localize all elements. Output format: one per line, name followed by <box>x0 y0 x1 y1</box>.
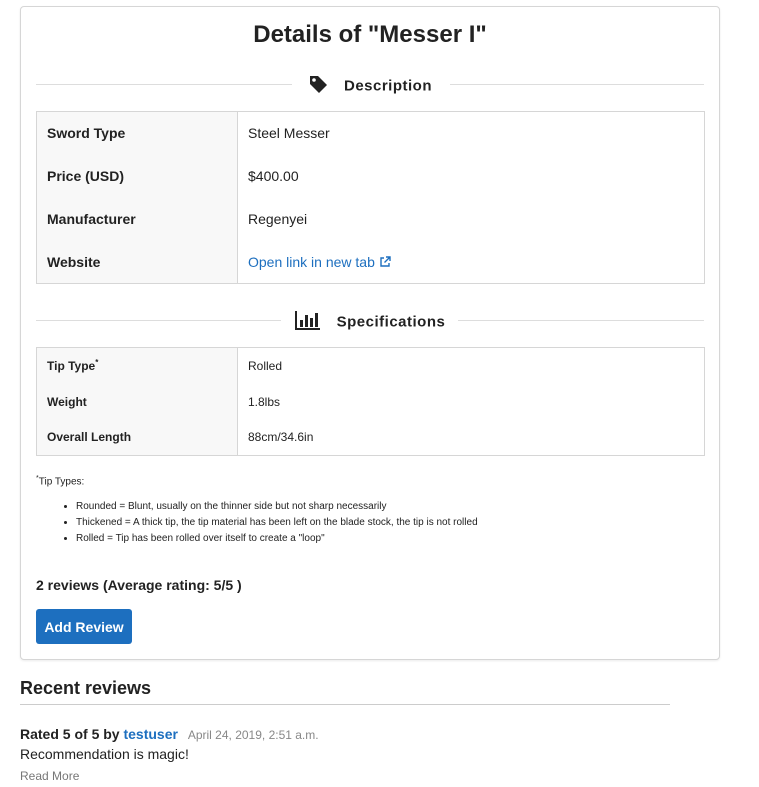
description-table: Sword Type Steel Messer Price (USD) $400… <box>36 111 705 284</box>
table-row: Overall Length 88cm/34.6in <box>36 419 705 456</box>
row-key: Weight <box>36 383 238 420</box>
row-key: Sword Type <box>36 111 238 155</box>
row-key: Price (USD) <box>36 154 238 198</box>
table-row: Manufacturer Regenyei <box>36 197 705 241</box>
row-value: 88cm/34.6in <box>248 430 314 445</box>
row-value: Steel Messer <box>248 125 330 142</box>
review-body: Recommendation is magic! <box>20 746 189 762</box>
row-key: Manufacturer <box>36 197 238 241</box>
bar-chart-icon <box>294 310 321 334</box>
review-rating: Rated 5 of 5 by <box>20 726 120 742</box>
row-value: Open link in new tab <box>238 241 705 284</box>
reviews-summary: 2 reviews (Average rating: 5/5 ) <box>36 577 242 593</box>
row-value: Regenyei <box>248 211 308 227</box>
row-value: $400.00 <box>248 168 299 184</box>
tip-types-note: *Tip Types: <box>36 475 85 488</box>
specifications-heading: Specifications <box>336 313 446 331</box>
row-key: Website <box>36 240 238 284</box>
description-heading: Description <box>343 77 432 95</box>
specifications-table: Tip Type* Rolled Weight 1.8lbs Overall L… <box>36 347 705 456</box>
row-key: Overall Length <box>36 419 238 456</box>
list-item: Rolled = Tip has been rolled over itself… <box>76 531 478 547</box>
row-value: 1.8lbs <box>248 394 281 409</box>
review-user-link[interactable]: testuser <box>123 726 177 742</box>
specifications-divider: Specifications <box>36 310 704 331</box>
table-row: Weight 1.8lbs <box>36 383 705 420</box>
tag-icon <box>308 74 328 98</box>
recent-reviews-title: Recent reviews <box>20 678 152 698</box>
table-row: Price (USD) $400.00 <box>36 154 705 198</box>
sword-details-card: Details of "Messer I" Description Sword … <box>20 6 720 660</box>
read-more-link[interactable]: Read More <box>20 769 79 783</box>
table-row: Sword Type Steel Messer <box>36 111 705 155</box>
row-key: Tip Type* <box>36 347 238 384</box>
list-item: Thickened = A thick tip, the tip materia… <box>76 515 478 531</box>
page-title: Details of "Messer I" <box>253 21 487 48</box>
external-link-icon <box>379 254 391 270</box>
divider <box>20 704 670 705</box>
add-review-button[interactable]: Add Review <box>36 609 132 644</box>
table-row: Website Open link in new tab <box>36 240 705 284</box>
list-item: Rounded = Blunt, usually on the thinner … <box>76 499 478 515</box>
website-link[interactable]: Open link in new tab <box>248 254 391 270</box>
description-divider: Description <box>36 74 704 95</box>
table-row: Tip Type* Rolled <box>36 347 705 384</box>
row-value: Rolled <box>248 358 283 373</box>
review-header: Rated 5 of 5 by testuser April 24, 2019,… <box>20 726 319 742</box>
review-date: April 24, 2019, 2:51 a.m. <box>187 728 319 742</box>
tip-types-list: Rounded = Blunt, usually on the thinner … <box>36 499 478 547</box>
